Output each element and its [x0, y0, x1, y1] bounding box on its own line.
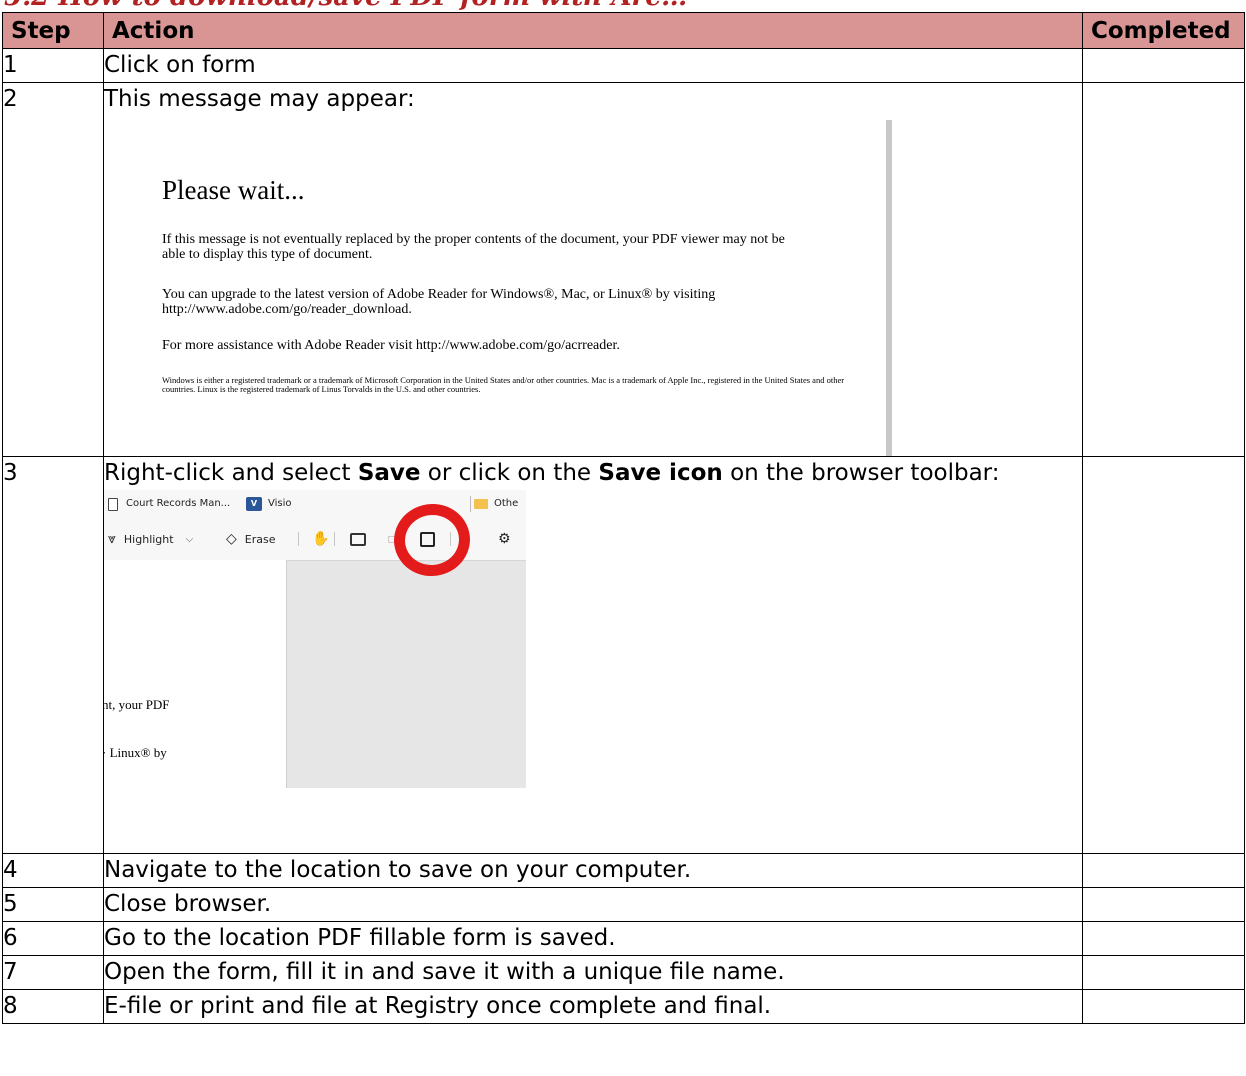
step-number: 2: [2, 82, 104, 457]
step-completed-cell: [1082, 921, 1245, 956]
table-row: 6 Go to the location PDF fillable form i…: [2, 921, 1245, 956]
pdf-upgrade-paragraph: You can upgrade to the latest version of…: [162, 287, 716, 317]
step-completed-cell: [1082, 82, 1245, 457]
header-step: Step: [2, 12, 104, 49]
toolbar-divider: [298, 532, 299, 546]
section-heading: 5.2 How to download/save PDF form with A…: [4, 0, 687, 12]
pdf-page-preview: nt, your PDF · Linux® by .: [103, 560, 287, 788]
action-text: on the browser toolbar:: [722, 460, 1000, 486]
table-row: 3 Right-click and select Save or click o…: [2, 456, 1245, 854]
folder-icon: [474, 499, 488, 509]
step-action: Open the form, fill it in and save it wi…: [103, 955, 1083, 990]
step-number: 1: [2, 48, 104, 83]
step-number: 5: [2, 887, 104, 922]
bookmark-label: Court Records Man...: [126, 498, 231, 509]
erase-label: Erase: [244, 532, 276, 546]
bookmark-divider: [470, 496, 471, 512]
erase-icon: ◇: [226, 530, 237, 547]
highlight-icon: ⩔: [108, 530, 116, 547]
table-row: 2 This message may appear: Please wait..…: [2, 82, 1245, 457]
step-number: 7: [2, 955, 104, 990]
bookmark-other[interactable]: Othe: [474, 490, 518, 518]
step-completed-cell: [1082, 48, 1245, 83]
please-wait-title: Please wait...: [162, 175, 305, 205]
step-action: Navigate to the location to save on your…: [103, 853, 1083, 888]
step-action: Click on form: [103, 48, 1083, 83]
table-row: 1 Click on form: [2, 48, 1245, 83]
section-heading-strip: 5.2 How to download/save PDF form with A…: [0, 0, 1246, 12]
action-text: Right-click and select: [104, 460, 358, 486]
pdf-message-paragraph: If this message is not eventually replac…: [162, 232, 785, 262]
step-action-cell: Right-click and select Save or click on …: [103, 456, 1083, 854]
action-bold-save-icon: Save icon: [598, 460, 723, 486]
gear-icon: ⚙: [498, 530, 511, 547]
action-bold-save: Save: [357, 460, 421, 486]
step-completed-cell: [1082, 853, 1245, 888]
step-number: 8: [2, 989, 104, 1024]
action-text: or click on the: [420, 460, 599, 486]
doc-fragment: nt, your PDF: [103, 697, 170, 712]
visio-icon: V: [246, 497, 262, 511]
step-completed-cell: [1082, 887, 1245, 922]
erase-button[interactable]: ◇ Erase: [226, 518, 276, 560]
print-button[interactable]: [350, 518, 366, 560]
settings-button[interactable]: ⚙: [498, 518, 519, 560]
doc-fragment: · Linux® by: [103, 745, 167, 760]
table-row: 5 Close browser.: [2, 887, 1245, 922]
hand-icon: ✋: [312, 530, 330, 547]
step-action: Close browser.: [103, 887, 1083, 922]
bookmark-label: Othe: [494, 498, 519, 509]
step-number: 3: [2, 456, 104, 854]
bookmarks-bar: Court Records Man... V Visio Othe: [104, 490, 526, 518]
doc-fragment: .: [105, 778, 106, 788]
document-icon: [108, 497, 118, 511]
pdf-wait-screenshot: Please wait... If this message is not ev…: [104, 120, 892, 456]
step-action-cell: This message may appear: Please wait... …: [103, 82, 1083, 457]
trademark-notice: Windows is either a registered trademark…: [162, 375, 845, 394]
print-icon: [350, 532, 366, 546]
highlight-label: Highlight: [123, 532, 174, 546]
bookmark-court-records[interactable]: Court Records Man...: [108, 490, 230, 518]
bookmark-label: Visio: [268, 498, 292, 509]
step-number: 6: [2, 921, 104, 956]
table-header-row: Step Action Completed: [2, 12, 1245, 49]
highlight-button[interactable]: ⩔ Highlight ⌵: [108, 518, 193, 560]
step-completed-cell: [1082, 989, 1245, 1024]
step-action: E-file or print and file at Registry onc…: [103, 989, 1083, 1024]
bookmark-visio[interactable]: V Visio: [246, 490, 292, 518]
step-completed-cell: [1082, 456, 1245, 854]
table-row: 4 Navigate to the location to save on yo…: [2, 853, 1245, 888]
pdf-assistance-paragraph: For more assistance with Adobe Reader vi…: [162, 338, 620, 353]
toolbar-divider: [334, 532, 335, 546]
browser-toolbar-screenshot: Court Records Man... V Visio Othe ⩔ High…: [103, 490, 526, 788]
step-action: Right-click and select Save or click on …: [104, 458, 1005, 491]
chevron-down-icon: ⌵: [185, 533, 194, 545]
table-row: 7 Open the form, fill it in and save it …: [2, 955, 1245, 990]
table-row: 8 E-file or print and file at Registry o…: [2, 989, 1245, 1024]
step-number: 4: [2, 853, 104, 888]
step-completed-cell: [1082, 955, 1245, 990]
header-action: Action: [103, 12, 1083, 49]
header-completed: Completed: [1082, 12, 1245, 49]
steps-table: Step Action Completed 1 Click on form 2 …: [2, 12, 1245, 1024]
step-action: Go to the location PDF fillable form is …: [103, 921, 1083, 956]
step-action: This message may appear:: [104, 86, 415, 112]
